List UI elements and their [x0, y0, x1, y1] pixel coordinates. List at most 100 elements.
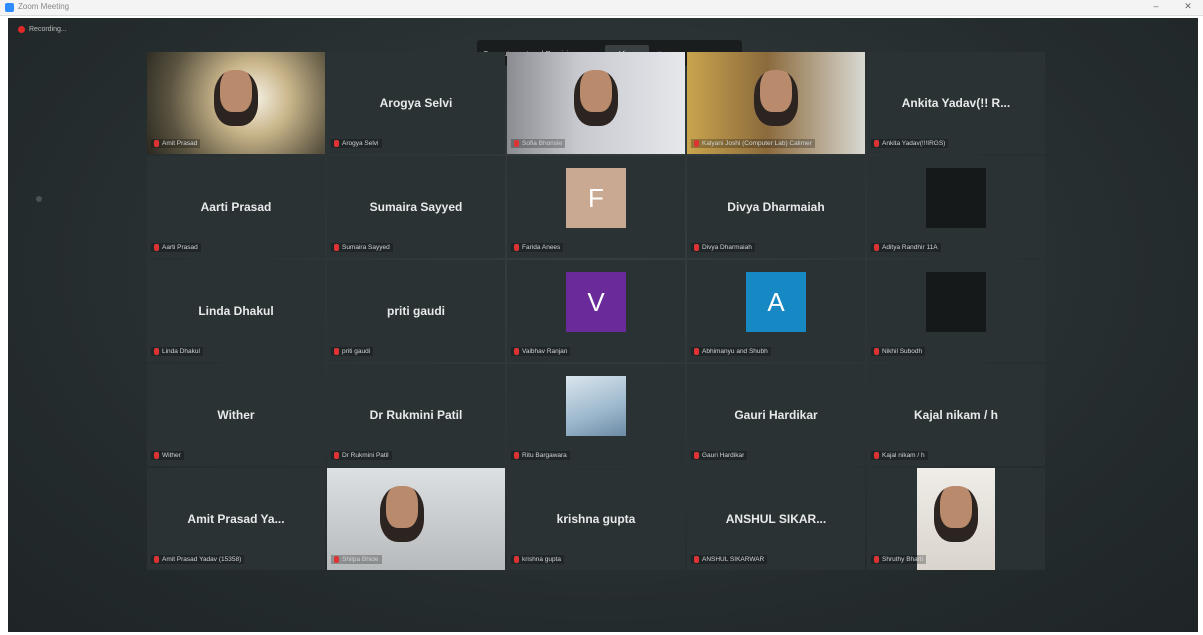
participant-namebar: Kalyani Joshi (Computer Lab) Calimer — [691, 139, 815, 148]
participant-name-label: ANSHUL SIKARWAR — [702, 556, 765, 563]
participant-namebar: Arogya Selvi — [331, 139, 382, 148]
participant-display-name: Ankita Yadav(!! R... — [901, 96, 1011, 110]
participant-face — [754, 70, 798, 126]
participant-namebar: Sofia Bhonsle — [511, 139, 566, 148]
participant-name-label: Sumaira Sayyed — [342, 244, 390, 251]
participant-tile[interactable]: Shruthy Bharti — [867, 468, 1045, 570]
participant-tile[interactable]: Amit Prasad Ya... Amit Prasad Yadav (1535… — [147, 468, 325, 570]
participant-tile[interactable]: Aarti Prasad Aarti Prasad — [147, 156, 325, 258]
participant-namebar: krishna gupta — [511, 555, 565, 564]
participant-avatar: F — [566, 168, 626, 228]
participant-name-label: Wither — [162, 452, 181, 459]
mic-muted-icon — [154, 348, 159, 355]
participant-tile[interactable]: A Abhimanyu and Shubh — [687, 260, 865, 362]
participant-display-name: Kajal nikam / h — [913, 408, 999, 422]
mic-muted-icon — [694, 140, 699, 147]
participant-tile[interactable]: Sofia Bhonsle — [507, 52, 685, 154]
participant-video — [917, 468, 995, 570]
mic-muted-icon — [514, 140, 519, 147]
mic-muted-icon — [334, 556, 339, 563]
participant-namebar: Divya Dharmaiah — [691, 243, 755, 252]
minimize-button[interactable]: – — [1148, 1, 1164, 11]
participant-tile[interactable]: Arogya Selvi Arogya Selvi — [327, 52, 505, 154]
participant-display-name: Arogya Selvi — [379, 96, 453, 110]
participant-tile[interactable]: Linda Dhakul Linda Dhakul — [147, 260, 325, 362]
mic-muted-icon — [514, 556, 519, 563]
participant-tile[interactable]: Dr Rukmini Patil Dr Rukmini Patil — [327, 364, 505, 466]
mic-muted-icon — [514, 244, 519, 251]
participant-name-label: Aditya Randhir 11A — [882, 244, 938, 251]
participant-namebar: Shruthy Bharti — [871, 555, 927, 564]
participant-display-name: krishna gupta — [556, 512, 636, 526]
participant-tile[interactable]: Gauri Hardikar Gauri Hardikar — [687, 364, 865, 466]
participant-name-label: Kalyani Joshi (Computer Lab) Calimer — [702, 140, 812, 147]
participant-name-label: Kajal nikam / h — [882, 452, 925, 459]
window-titlebar: Zoom Meeting – ✕ — [0, 0, 1203, 16]
participant-name-label: Dr Rukmini Patil — [342, 452, 389, 459]
participant-display-name: Linda Dhakul — [198, 304, 274, 318]
participant-namebar: Ankita Yadav(!!!IRGS) — [871, 139, 949, 148]
participant-tile[interactable]: Kalyani Joshi (Computer Lab) Calimer — [687, 52, 865, 154]
participant-name-label: krishna gupta — [522, 556, 562, 563]
participant-name-label: Ritu Bargawara — [522, 452, 567, 459]
participant-avatar: A — [746, 272, 806, 332]
mic-muted-icon — [694, 244, 699, 251]
participant-namebar: Amit Prasad Yadav (15358) — [151, 555, 245, 564]
participant-name-label: priti gaudi — [342, 348, 371, 355]
mic-muted-icon — [334, 244, 339, 251]
participant-tile[interactable]: F Farida Anees — [507, 156, 685, 258]
recording-indicator[interactable]: Recording... — [18, 26, 67, 33]
participant-tile[interactable]: Wither Wither — [147, 364, 325, 466]
participant-tile[interactable]: Aditya Randhir 11A — [867, 156, 1045, 258]
mic-muted-icon — [154, 244, 159, 251]
close-button[interactable]: ✕ — [1180, 1, 1196, 12]
participant-display-name: Aarti Prasad — [200, 200, 272, 214]
participant-avatar — [926, 168, 986, 228]
participant-tile[interactable]: Amit Prasad — [147, 52, 325, 154]
record-icon — [18, 26, 25, 33]
participant-namebar: Dr Rukmini Patil — [331, 451, 392, 460]
mic-muted-icon — [874, 348, 879, 355]
participant-tile[interactable]: V Vaibhav Ranjan — [507, 260, 685, 362]
participant-name-label: Shruthy Bharti — [882, 556, 924, 563]
participant-face — [379, 486, 424, 542]
participant-namebar: priti gaudi — [331, 347, 374, 356]
participant-tile[interactable]: Shilpa Bhide — [327, 468, 505, 570]
participant-tile[interactable]: Nikhil Subodh — [867, 260, 1045, 362]
mic-muted-icon — [694, 452, 699, 459]
participant-tile[interactable]: Sumaira Sayyed Sumaira Sayyed — [327, 156, 505, 258]
participant-tile[interactable]: Ankita Yadav(!! R... Ankita Yadav(!!!IRGS… — [867, 52, 1045, 154]
mic-muted-icon — [334, 452, 339, 459]
participant-display-name: Divya Dharmaiah — [727, 200, 825, 214]
participant-tile[interactable]: Kajal nikam / h Kajal nikam / h — [867, 364, 1045, 466]
participant-namebar: Ritu Bargawara — [511, 451, 570, 460]
participant-tile[interactable]: krishna gupta krishna gupta — [507, 468, 685, 570]
participant-face — [934, 486, 978, 542]
participant-namebar: Sumaira Sayyed — [331, 243, 393, 252]
mic-muted-icon — [694, 348, 699, 355]
participant-display-name: Sumaira Sayyed — [369, 200, 463, 214]
participant-photo — [566, 376, 626, 436]
mic-muted-icon — [874, 556, 879, 563]
mic-muted-icon — [874, 452, 879, 459]
participant-namebar: Kajal nikam / h — [871, 451, 928, 460]
participant-display-name: Dr Rukmini Patil — [369, 408, 463, 422]
participant-tile[interactable]: ANSHUL SIKAR... ANSHUL SIKARWAR — [687, 468, 865, 570]
participant-face — [574, 70, 618, 126]
participant-avatar — [926, 272, 986, 332]
page-left-icon[interactable] — [36, 196, 42, 202]
participant-tile[interactable]: priti gaudi priti gaudi — [327, 260, 505, 362]
participant-face — [214, 70, 258, 126]
participant-namebar: Gauri Hardikar — [691, 451, 748, 460]
participant-tile[interactable]: Ritu Bargawara — [507, 364, 685, 466]
participant-tile[interactable]: Divya Dharmaiah Divya Dharmaiah — [687, 156, 865, 258]
participant-name-label: Arogya Selvi — [342, 140, 379, 147]
mic-muted-icon — [514, 452, 519, 459]
participant-namebar: Vaibhav Ranjan — [511, 347, 571, 356]
participant-namebar: Amit Prasad — [151, 139, 201, 148]
participant-display-name: Amit Prasad Ya... — [187, 512, 285, 526]
participant-namebar: Aarti Prasad — [151, 243, 201, 252]
participant-avatar: V — [566, 272, 626, 332]
participant-display-name: priti gaudi — [387, 304, 445, 318]
participant-namebar: Farida Anees — [511, 243, 564, 252]
